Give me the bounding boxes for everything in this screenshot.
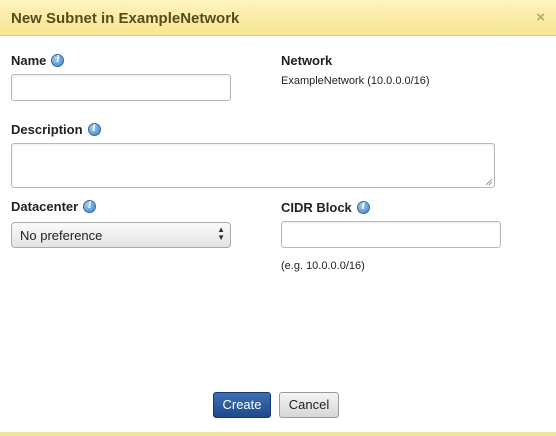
cancel-button[interactable]: Cancel bbox=[279, 392, 339, 418]
datacenter-label-group: Datacenter i bbox=[11, 199, 97, 214]
new-subnet-dialog: New Subnet in ExampleNetwork × Name i Ne… bbox=[0, 0, 556, 436]
description-label-group: Description i bbox=[11, 122, 101, 137]
info-icon[interactable]: i bbox=[51, 54, 65, 67]
datacenter-label: Datacenter bbox=[11, 199, 79, 214]
name-label-group: Name i bbox=[11, 53, 65, 68]
datacenter-select[interactable]: No preference ▲ ▼ bbox=[11, 222, 231, 248]
description-label: Description bbox=[11, 122, 83, 137]
cidr-label: CIDR Block bbox=[281, 200, 352, 215]
dialog-bottom-border bbox=[0, 432, 556, 436]
network-label-group: Network bbox=[281, 53, 332, 68]
name-input[interactable] bbox=[11, 74, 231, 101]
cidr-input[interactable] bbox=[281, 221, 501, 248]
select-arrows-icon: ▲ ▼ bbox=[217, 225, 225, 242]
resize-grip-icon[interactable] bbox=[486, 179, 492, 185]
create-button[interactable]: Create bbox=[213, 392, 271, 418]
cidr-hint: (e.g. 10.0.0.0/16) bbox=[281, 260, 365, 272]
cidr-label-group: CIDR Block i bbox=[281, 200, 370, 215]
dialog-title: New Subnet in ExampleNetwork bbox=[11, 10, 240, 27]
info-icon[interactable]: i bbox=[83, 200, 97, 213]
description-textarea[interactable] bbox=[11, 143, 495, 188]
network-label: Network bbox=[281, 53, 333, 68]
name-label: Name bbox=[11, 53, 47, 68]
info-icon[interactable]: i bbox=[356, 201, 370, 214]
info-icon[interactable]: i bbox=[87, 123, 101, 136]
network-value: ExampleNetwork (10.0.0.0/16) bbox=[281, 75, 430, 87]
datacenter-selected-value: No preference bbox=[20, 228, 103, 243]
close-icon[interactable]: × bbox=[536, 10, 545, 26]
dialog-titlebar: New Subnet in ExampleNetwork × bbox=[0, 0, 556, 36]
